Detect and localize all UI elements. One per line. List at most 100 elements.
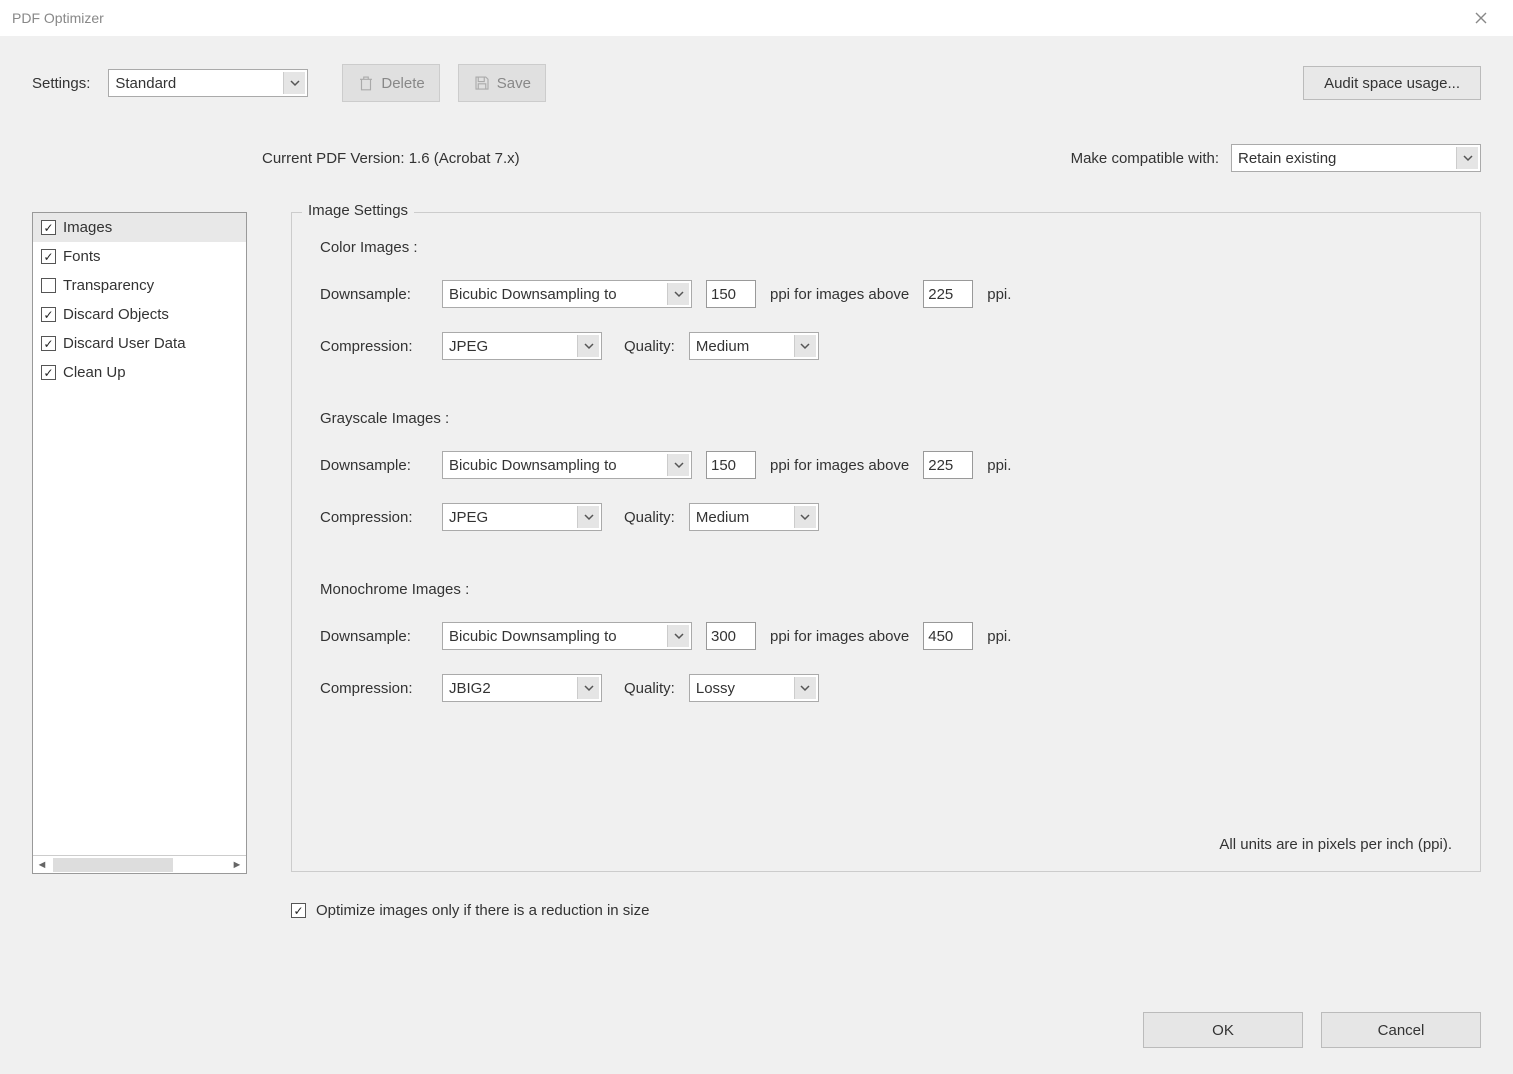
sidebar-item-transparency[interactable]: Transparency [33,271,246,300]
close-icon [1475,12,1487,24]
sidebar-item-label: Discard Objects [63,306,169,323]
save-button-label: Save [497,75,531,92]
sidebar-item-label: Transparency [63,277,154,294]
grayscale-quality-select[interactable]: Medium [689,503,819,531]
scroll-right-icon[interactable]: ► [228,857,246,873]
optimize-checkbox-label: Optimize images only if there is a reduc… [316,902,649,919]
ppi-suffix: ppi. [987,457,1011,474]
optimize-checkbox-row: Optimize images only if there is a reduc… [291,902,1481,919]
color-ppi-input[interactable]: 150 [706,280,756,308]
chevron-down-icon [577,677,599,699]
grayscale-images-heading: Grayscale Images : [320,410,1452,427]
delete-button-label: Delete [381,75,424,92]
scroll-left-icon[interactable]: ◄ [33,857,51,873]
downsample-label: Downsample: [320,457,428,474]
mono-ppi-input[interactable]: 300 [706,622,756,650]
compression-label: Compression: [320,680,428,697]
downsample-label: Downsample: [320,628,428,645]
sidebar-item-checkbox[interactable] [41,365,56,380]
color-compression-select[interactable]: JPEG [442,332,602,360]
ppi-above-label: ppi for images above [770,286,909,303]
sidebar-item-clean-up[interactable]: Clean Up [33,358,246,387]
sidebar-item-checkbox[interactable] [41,249,56,264]
mono-downsample-row: Downsample: Bicubic Downsampling to 300 … [320,622,1452,650]
color-downsample-select[interactable]: Bicubic Downsampling to [442,280,692,308]
color-downsample-row: Downsample: Bicubic Downsampling to 150 … [320,280,1452,308]
compression-label: Compression: [320,338,428,355]
ppi-suffix: ppi. [987,628,1011,645]
compat-select[interactable]: Retain existing [1231,144,1481,172]
save-icon [473,74,491,92]
fieldset-legend: Image Settings [302,202,414,219]
quality-label: Quality: [624,338,675,355]
color-quality-select[interactable]: Medium [689,332,819,360]
sidebar-item-label: Fonts [63,248,101,265]
mono-compression-row: Compression: JBIG2 Quality: Lossy [320,674,1452,702]
image-settings-fieldset: Image Settings Color Images : Downsample… [291,212,1481,872]
sidebar-item-checkbox[interactable] [41,278,56,293]
mono-downsample-select[interactable]: Bicubic Downsampling to [442,622,692,650]
grayscale-compression-select[interactable]: JPEG [442,503,602,531]
window-title: PDF Optimizer [12,10,1461,26]
chevron-down-icon [794,335,816,357]
settings-panel: Image Settings Color Images : Downsample… [291,212,1481,919]
color-ppi-above-input[interactable]: 225 [923,280,973,308]
title-bar: PDF Optimizer [0,0,1513,36]
grayscale-ppi-input[interactable]: 150 [706,451,756,479]
sidebar-item-label: Discard User Data [63,335,186,352]
scroll-thumb[interactable] [53,858,173,872]
category-sidebar: Images Fonts Transparency Discard Objects Di… [32,212,247,874]
chevron-down-icon [1456,147,1478,169]
sidebar-scrollbar[interactable]: ◄ ► [33,855,246,873]
close-button[interactable] [1461,3,1501,33]
grayscale-downsample-select[interactable]: Bicubic Downsampling to [442,451,692,479]
mono-ppi-above-input[interactable]: 450 [923,622,973,650]
dialog-buttons: OK Cancel [1143,1012,1481,1048]
trash-icon [357,74,375,92]
sidebar-item-discard-objects[interactable]: Discard Objects [33,300,246,329]
sidebar-item-images[interactable]: Images [33,213,246,242]
cancel-button[interactable]: Cancel [1321,1012,1481,1048]
mono-compression-select[interactable]: JBIG2 [442,674,602,702]
color-images-heading: Color Images : [320,239,1452,256]
settings-select-value: Standard [115,75,176,92]
sidebar-item-checkbox[interactable] [41,307,56,322]
quality-label: Quality: [624,680,675,697]
main-area: Images Fonts Transparency Discard Objects Di… [32,212,1481,919]
chevron-down-icon [577,335,599,357]
save-button[interactable]: Save [458,64,546,102]
units-note: All units are in pixels per inch (ppi). [1219,836,1452,853]
chevron-down-icon [667,454,689,476]
settings-label: Settings: [32,75,90,92]
chevron-down-icon [667,283,689,305]
chevron-down-icon [794,677,816,699]
sidebar-item-checkbox[interactable] [41,220,56,235]
sidebar-item-discard-user-data[interactable]: Discard User Data [33,329,246,358]
ok-button[interactable]: OK [1143,1012,1303,1048]
optimize-checkbox[interactable] [291,903,306,918]
ppi-above-label: ppi for images above [770,457,909,474]
chevron-down-icon [667,625,689,647]
pdf-version-text: Current PDF Version: 1.6 (Acrobat 7.x) [262,150,520,167]
sidebar-item-label: Images [63,219,112,236]
sidebar-item-checkbox[interactable] [41,336,56,351]
chevron-down-icon [283,72,305,94]
mono-quality-select[interactable]: Lossy [689,674,819,702]
grayscale-ppi-above-input[interactable]: 225 [923,451,973,479]
sidebar-item-label: Clean Up [63,364,126,381]
chevron-down-icon [794,506,816,528]
compression-label: Compression: [320,509,428,526]
quality-label: Quality: [624,509,675,526]
sidebar-item-fonts[interactable]: Fonts [33,242,246,271]
grayscale-compression-row: Compression: JPEG Quality: Medium [320,503,1452,531]
compat-label: Make compatible with: [1071,150,1219,167]
info-row: Current PDF Version: 1.6 (Acrobat 7.x) M… [32,144,1481,172]
chevron-down-icon [577,506,599,528]
settings-select[interactable]: Standard [108,69,308,97]
delete-button[interactable]: Delete [342,64,439,102]
downsample-label: Downsample: [320,286,428,303]
audit-space-usage-button[interactable]: Audit space usage... [1303,66,1481,100]
audit-button-label: Audit space usage... [1324,75,1460,92]
compat-select-value: Retain existing [1238,150,1336,167]
grayscale-downsample-row: Downsample: Bicubic Downsampling to 150 … [320,451,1452,479]
